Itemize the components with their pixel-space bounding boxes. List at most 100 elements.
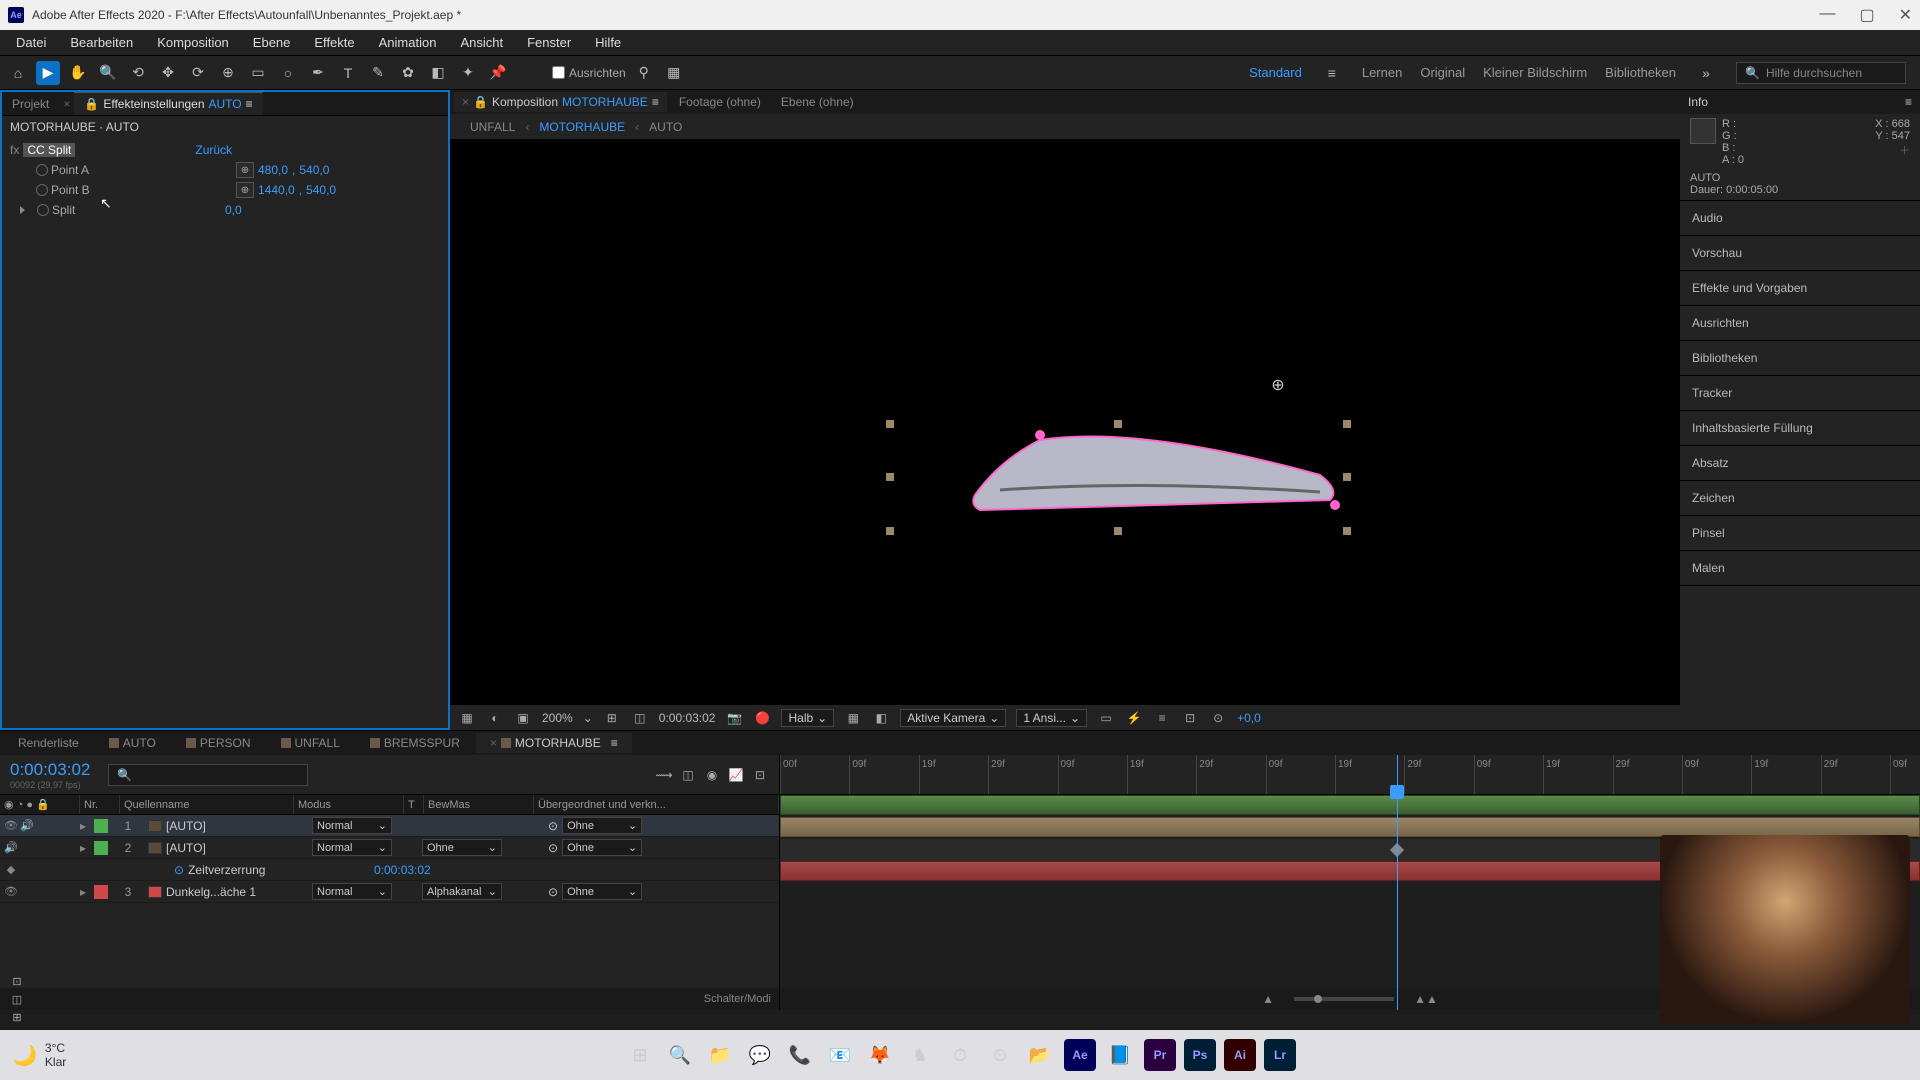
brainstorm-icon[interactable]: ⊡ bbox=[751, 766, 769, 784]
eye-icon[interactable]: 👁 bbox=[4, 885, 18, 899]
ellipse-tool-icon[interactable]: ○ bbox=[276, 61, 300, 85]
workspace-original[interactable]: Original bbox=[1420, 65, 1465, 80]
taskbar-app-icon[interactable]: 🔍 bbox=[664, 1039, 696, 1071]
menu-fenster[interactable]: Fenster bbox=[517, 32, 581, 53]
brush-tool-icon[interactable]: ✎ bbox=[366, 61, 390, 85]
panel-section[interactable]: Zeichen bbox=[1680, 481, 1920, 516]
exposure-reset-icon[interactable]: ⊙ bbox=[1209, 709, 1227, 727]
zoom-level[interactable]: 200% bbox=[542, 711, 573, 725]
bbox-handle[interactable] bbox=[1343, 420, 1351, 428]
split-value[interactable]: 0,0 bbox=[225, 203, 242, 217]
layer-row[interactable]: 👁🔊▸1[AUTO]Normal⌄⊙Ohne⌄ bbox=[0, 815, 779, 837]
panel-section[interactable]: Absatz bbox=[1680, 446, 1920, 481]
menu-animation[interactable]: Animation bbox=[369, 32, 447, 53]
bbox-handle[interactable] bbox=[886, 473, 894, 481]
panel-section[interactable]: Effekte und Vorgaben bbox=[1680, 271, 1920, 306]
layer-viewer-tab[interactable]: Ebene (ohne) bbox=[773, 92, 862, 112]
time-ruler[interactable]: 00f09f19f29f09f19f29f09f19f29f09f19f29f0… bbox=[780, 755, 1920, 795]
exposure-value[interactable]: +0,0 bbox=[1237, 711, 1261, 725]
disclosure-icon[interactable]: ▸ bbox=[80, 841, 94, 855]
workspace-learn[interactable]: Lernen bbox=[1362, 65, 1402, 80]
panel-section[interactable]: Inhaltsbasierte Füllung bbox=[1680, 411, 1920, 446]
taskbar-app-icon[interactable]: ♞ bbox=[904, 1039, 936, 1071]
taskbar-app-icon[interactable]: Pr bbox=[1144, 1039, 1176, 1071]
panel-section[interactable]: Audio bbox=[1680, 201, 1920, 236]
maximize-icon[interactable]: ▢ bbox=[1859, 5, 1874, 25]
hood-shape[interactable] bbox=[940, 420, 1380, 560]
selection-tool-icon[interactable]: ▶ bbox=[36, 61, 60, 85]
timeline-tab[interactable]: UNFALL bbox=[267, 733, 354, 753]
workspace-libs[interactable]: Bibliotheken bbox=[1605, 65, 1676, 80]
disclosure-icon[interactable]: ▸ bbox=[80, 885, 94, 899]
menu-datei[interactable]: Datei bbox=[6, 32, 56, 53]
rotate-tool-icon[interactable]: ⟳ bbox=[186, 61, 210, 85]
track-matte-dropdown[interactable]: Ohne⌄ bbox=[422, 839, 502, 856]
flowchart-motorhaube[interactable]: MOTORHAUBE bbox=[539, 120, 625, 134]
menu-effekte[interactable]: Effekte bbox=[304, 32, 364, 53]
info-panel-header[interactable]: Info ≡ bbox=[1680, 90, 1920, 114]
text-tool-icon[interactable]: T bbox=[336, 61, 360, 85]
pan-tool-icon[interactable]: ✥ bbox=[156, 61, 180, 85]
timeline-tab[interactable]: PERSON bbox=[172, 733, 265, 753]
pen-tool-icon[interactable]: ✒ bbox=[306, 61, 330, 85]
point-a-y[interactable]: 540,0 bbox=[299, 163, 329, 177]
panel-menu-icon[interactable]: ≡ bbox=[246, 97, 253, 111]
snap-grid-icon[interactable]: ▦ bbox=[662, 61, 686, 85]
flowchart-icon[interactable]: ⊡ bbox=[1181, 709, 1199, 727]
snapshot-icon[interactable]: 📷 bbox=[725, 709, 743, 727]
taskbar-app-icon[interactable]: ⏲ bbox=[984, 1039, 1016, 1071]
roto-tool-icon[interactable]: ✦ bbox=[456, 61, 480, 85]
anchor-tool-icon[interactable]: ⊕ bbox=[216, 61, 240, 85]
mask-icon[interactable]: ◐ bbox=[486, 709, 504, 727]
footage-viewer-tab[interactable]: Footage (ohne) bbox=[671, 92, 769, 112]
layer-bar-1[interactable] bbox=[780, 795, 1920, 815]
taskbar-app-icon[interactable]: Ae bbox=[1064, 1039, 1096, 1071]
effect-reset-link[interactable]: Zurück bbox=[195, 143, 232, 157]
timeline-tab[interactable]: AUTO bbox=[95, 733, 170, 753]
timeline-icon[interactable]: ≡ bbox=[1153, 709, 1171, 727]
layer-bar-2[interactable] bbox=[780, 817, 1920, 837]
taskbar-app-icon[interactable]: Lr bbox=[1264, 1039, 1296, 1071]
puppet-tool-icon[interactable]: 📌 bbox=[486, 61, 510, 85]
shy-icon[interactable]: ⟿ bbox=[655, 766, 673, 784]
eye-icon[interactable]: 👁 bbox=[4, 819, 18, 833]
menu-hilfe[interactable]: Hilfe bbox=[585, 32, 631, 53]
zoom-out-icon[interactable]: ▲ bbox=[1262, 992, 1274, 1006]
timeline-tab[interactable]: Renderliste bbox=[4, 733, 93, 753]
snap-checkbox[interactable]: Ausrichten bbox=[552, 66, 626, 80]
crosshair-icon[interactable]: ⊕ bbox=[236, 182, 254, 198]
help-search-input[interactable]: 🔍 Hilfe durchsuchen bbox=[1736, 62, 1906, 84]
taskbar-app-icon[interactable]: Ai bbox=[1224, 1039, 1256, 1071]
project-tab[interactable]: Projekt bbox=[2, 93, 59, 115]
menu-komposition[interactable]: Komposition bbox=[147, 32, 239, 53]
timeline-tab[interactable]: BREMSSPUR bbox=[356, 733, 474, 753]
footer-label[interactable]: Schalter/Modi bbox=[704, 993, 771, 1005]
blend-mode-dropdown[interactable]: Normal⌄ bbox=[312, 817, 392, 834]
minimize-icon[interactable]: — bbox=[1819, 5, 1835, 25]
hand-tool-icon[interactable]: ✋ bbox=[66, 61, 90, 85]
toggle-in-out-icon[interactable]: ⊞ bbox=[8, 1008, 26, 1026]
taskbar-app-icon[interactable]: ⏱ bbox=[944, 1039, 976, 1071]
eraser-tool-icon[interactable]: ◧ bbox=[426, 61, 450, 85]
menu-bearbeiten[interactable]: Bearbeiten bbox=[60, 32, 143, 53]
region-icon[interactable]: ▣ bbox=[514, 709, 532, 727]
bbox-handle[interactable] bbox=[1343, 527, 1351, 535]
panel-section[interactable]: Pinsel bbox=[1680, 516, 1920, 551]
crosshair-icon[interactable]: ⊕ bbox=[236, 162, 254, 178]
menu-ansicht[interactable]: Ansicht bbox=[450, 32, 513, 53]
workspace-menu-icon[interactable]: ≡ bbox=[1320, 61, 1344, 85]
panel-section[interactable]: Tracker bbox=[1680, 376, 1920, 411]
snap-options-icon[interactable]: ⚲ bbox=[632, 61, 656, 85]
timeline-search-input[interactable]: 🔍 bbox=[108, 764, 308, 786]
panel-section[interactable]: Vorschau bbox=[1680, 236, 1920, 271]
menu-ebene[interactable]: Ebene bbox=[243, 32, 301, 53]
workspace-active[interactable]: Standard bbox=[1249, 65, 1302, 80]
weather-widget[interactable]: 🌙 3°C Klar bbox=[12, 1041, 66, 1069]
toggle-modes-icon[interactable]: ◫ bbox=[8, 990, 26, 1008]
resolution-dropdown[interactable]: Halb⌄ bbox=[781, 709, 834, 727]
speaker-icon[interactable]: 🔊 bbox=[20, 819, 34, 833]
blend-mode-dropdown[interactable]: Normal⌄ bbox=[312, 839, 392, 856]
taskbar-app-icon[interactable]: ⊞ bbox=[624, 1039, 656, 1071]
layer-row[interactable]: 🔊▸2[AUTO]Normal⌄Ohne⌄⊙Ohne⌄ bbox=[0, 837, 779, 859]
layer-row[interactable]: ◆⊙ Zeitverzerrung0:00:03:02 bbox=[0, 859, 779, 881]
